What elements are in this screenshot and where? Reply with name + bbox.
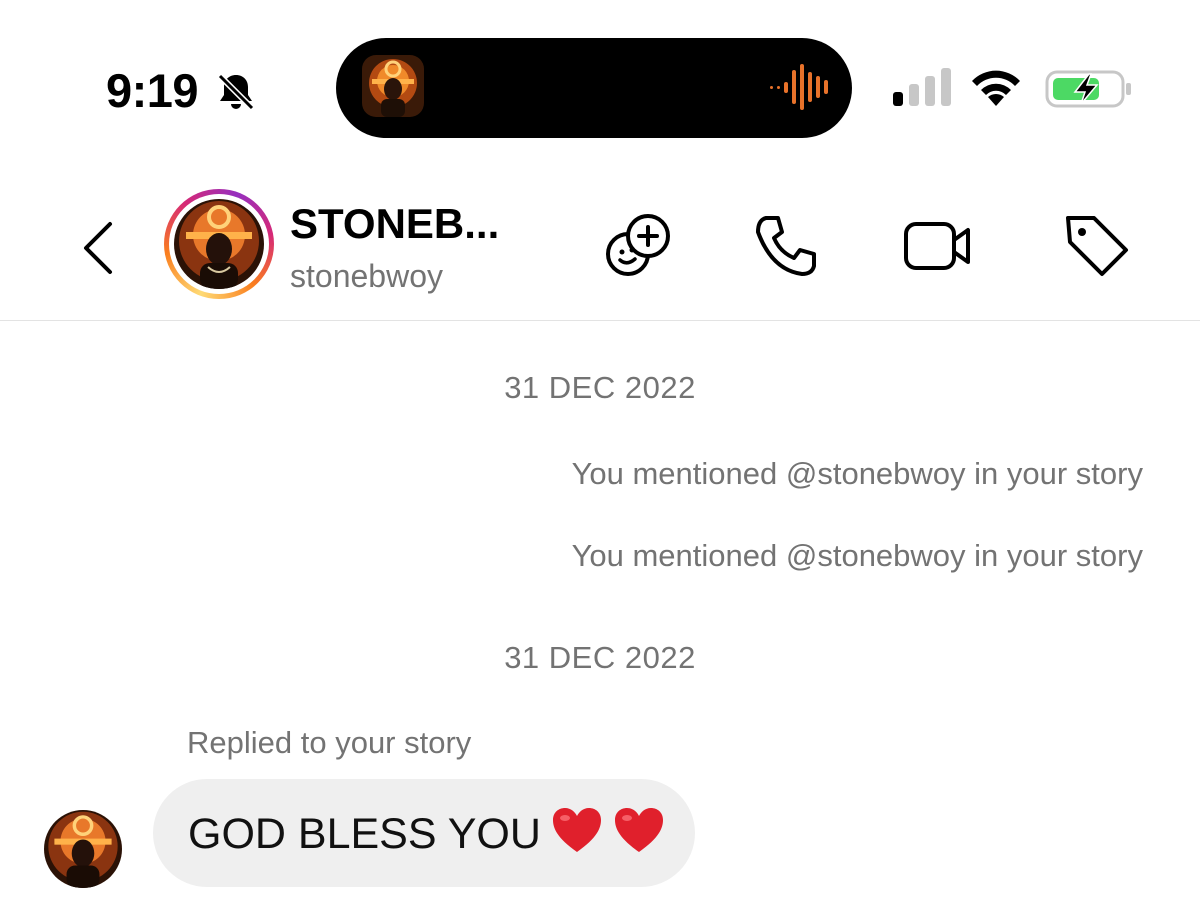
wifi-icon (972, 70, 1020, 106)
date-separator: 31 DEC 2022 (504, 370, 696, 405)
now-playing-artwork[interactable] (362, 55, 424, 117)
effects-icon[interactable] (602, 210, 674, 282)
date-separator: 31 DEC 2022 (504, 640, 696, 675)
status-time: 9:19 (106, 64, 199, 117)
story-reply-label: Replied to your story (187, 725, 472, 760)
tag-icon[interactable] (1060, 210, 1132, 282)
red-heart-icon (552, 808, 601, 852)
phone-icon[interactable] (750, 210, 822, 282)
bell-slash-icon (217, 73, 255, 111)
message-body: GOD BLESS YOU (188, 810, 541, 858)
video-icon[interactable] (902, 210, 974, 282)
header-divider (0, 320, 1200, 321)
red-heart-icon (614, 808, 663, 852)
message-text: GOD BLESS YOU (188, 806, 665, 861)
story-mention-notice[interactable]: You mentioned @stonebwoy in your story (572, 456, 1143, 492)
conversation-username[interactable]: stonebwoy (290, 256, 443, 296)
story-mention-notice[interactable]: You mentioned @stonebwoy in your story (572, 538, 1143, 574)
audio-wave-icon (770, 64, 828, 110)
battery-charging-icon (1045, 70, 1131, 108)
back-chevron-icon[interactable] (78, 218, 118, 278)
cellular-signal-icon (893, 68, 951, 106)
conversation-name[interactable]: STONEB... (290, 200, 499, 248)
sender-avatar[interactable] (44, 810, 122, 888)
avatar[interactable] (174, 199, 264, 289)
